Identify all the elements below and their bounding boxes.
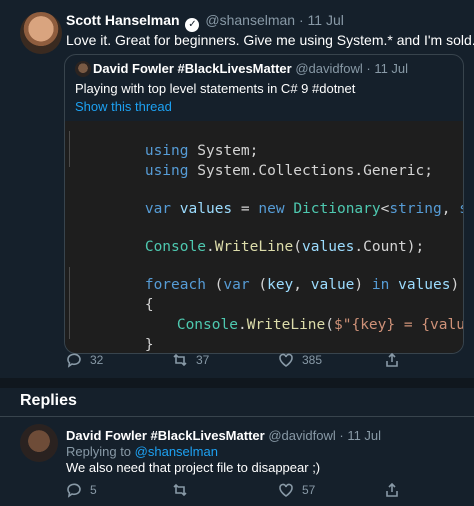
reply-author-avatar[interactable] — [20, 424, 58, 462]
code-token: string — [389, 201, 442, 217]
reply-author-handle[interactable]: @davidfowl — [268, 428, 335, 443]
reply-retweet-button[interactable] — [172, 482, 278, 498]
retweet-button[interactable]: 37 — [172, 352, 278, 368]
reply-icon — [67, 353, 81, 368]
quote-separator-dot: · — [366, 61, 371, 76]
quote-date: 11 Jul — [374, 61, 409, 76]
code-token: key — [267, 277, 294, 293]
indent-guide — [69, 131, 70, 167]
section-separator — [0, 378, 474, 388]
code-token: ( — [293, 239, 302, 255]
reply-count: 32 — [90, 353, 104, 367]
share-icon — [386, 352, 398, 367]
tweet-date[interactable]: 11 Jul — [308, 12, 344, 28]
replying-to-link[interactable]: @shanselman — [135, 444, 218, 459]
code-token: ( — [205, 277, 224, 293]
code-screenshot: using System; using System.Collections.G… — [65, 121, 463, 353]
code-token: foreach — [144, 277, 206, 293]
code-token: ( — [249, 277, 268, 293]
replying-to: Replying to @shanselman — [66, 444, 218, 459]
reply-reply-button[interactable]: 5 — [66, 482, 172, 498]
code-token: $"{key} = {value}" — [334, 317, 463, 333]
code-token: values — [398, 277, 451, 293]
reply-reply-count: 5 — [90, 483, 97, 497]
reply-author-name[interactable]: David Fowler #BlackLivesMatter — [66, 428, 265, 443]
code-token: Console — [144, 239, 206, 255]
replies-heading: Replies — [20, 392, 77, 409]
quoted-tweet[interactable]: David Fowler #BlackLivesMatter @davidfow… — [64, 54, 464, 354]
code-line-7: Console.WriteLine($"{key} = {value}"); — [107, 301, 463, 349]
reply-separator-dot: · — [339, 428, 344, 443]
reply-date[interactable]: 11 Jul — [347, 428, 381, 443]
quote-author-name: David Fowler #BlackLivesMatter — [93, 61, 292, 76]
code-token: ); — [406, 239, 425, 255]
like-icon — [279, 353, 293, 367]
separator-dot: · — [298, 12, 304, 28]
code-token: var — [144, 201, 172, 217]
code-token: new — [258, 201, 285, 217]
reply-actions: 5 57 — [66, 482, 474, 498]
code-token: WriteLine — [246, 317, 326, 333]
like-count: 385 — [302, 353, 323, 367]
code-token: using — [144, 163, 189, 179]
code-token: , — [441, 201, 460, 217]
code-token: ) — [354, 277, 372, 293]
code-token: WriteLine — [214, 239, 294, 255]
share-icon — [386, 482, 398, 497]
like-icon — [279, 483, 293, 497]
retweet-count: 37 — [196, 353, 210, 367]
code-token: Console — [176, 317, 238, 333]
code-token: var — [223, 277, 250, 293]
code-token: value — [310, 277, 355, 293]
code-token: . — [237, 317, 247, 333]
replying-prefix: Replying to — [66, 444, 132, 459]
code-token: string — [459, 201, 463, 217]
code-token: Dictionary — [293, 201, 381, 217]
quote-text: Playing with top level statements in C# … — [75, 81, 356, 96]
reply-header: David Fowler #BlackLivesMatter @davidfow… — [66, 428, 381, 443]
main-tweet: Scott Hanselman ✓ @shanselman · 11 Jul L… — [0, 0, 474, 378]
quote-header: David Fowler #BlackLivesMatter @davidfow… — [93, 61, 408, 76]
like-button[interactable]: 385 — [278, 352, 384, 368]
retweet-icon — [173, 353, 187, 367]
code-token: . — [354, 239, 364, 255]
reply-like-count: 57 — [302, 483, 316, 497]
code-token: values — [179, 201, 233, 217]
quote-author-handle: @davidfowl — [295, 61, 363, 76]
retweet-icon — [173, 483, 187, 497]
code-token: in — [371, 277, 390, 293]
divider — [0, 416, 474, 417]
code-token: ( — [325, 317, 334, 333]
code-token: . — [205, 239, 215, 255]
code-line-8: } — [75, 321, 154, 353]
code-token: ) — [450, 277, 460, 293]
tweet-text: Love it. Great for beginners. Give me us… — [66, 32, 474, 48]
author-handle[interactable]: @shanselman — [205, 12, 295, 28]
author-name[interactable]: Scott Hanselman — [66, 12, 180, 28]
code-token: , — [293, 277, 311, 293]
code-token: System.Collections.Generic — [197, 163, 425, 179]
indent-guide — [69, 267, 70, 339]
reply-icon — [67, 483, 81, 498]
reply-button[interactable]: 32 — [66, 352, 172, 368]
reply-share-button[interactable] — [384, 482, 474, 498]
quote-author-avatar — [75, 61, 91, 77]
author-avatar[interactable] — [20, 12, 62, 54]
share-button[interactable] — [384, 352, 474, 368]
reply-like-button[interactable]: 57 — [278, 482, 384, 498]
tweet-actions: 32 37 385 — [66, 352, 474, 368]
code-token: Count — [363, 239, 407, 255]
code-token: values — [302, 239, 355, 255]
tweet-header: Scott Hanselman ✓ @shanselman · 11 Jul — [66, 12, 344, 32]
reply-text: We also need that project file to disapp… — [66, 460, 321, 475]
code-token: } — [144, 337, 154, 353]
code-token: = — [232, 201, 259, 217]
verified-badge-icon: ✓ — [185, 18, 200, 32]
code-token: ; — [424, 163, 433, 179]
show-thread-link[interactable]: Show this thread — [75, 99, 172, 114]
